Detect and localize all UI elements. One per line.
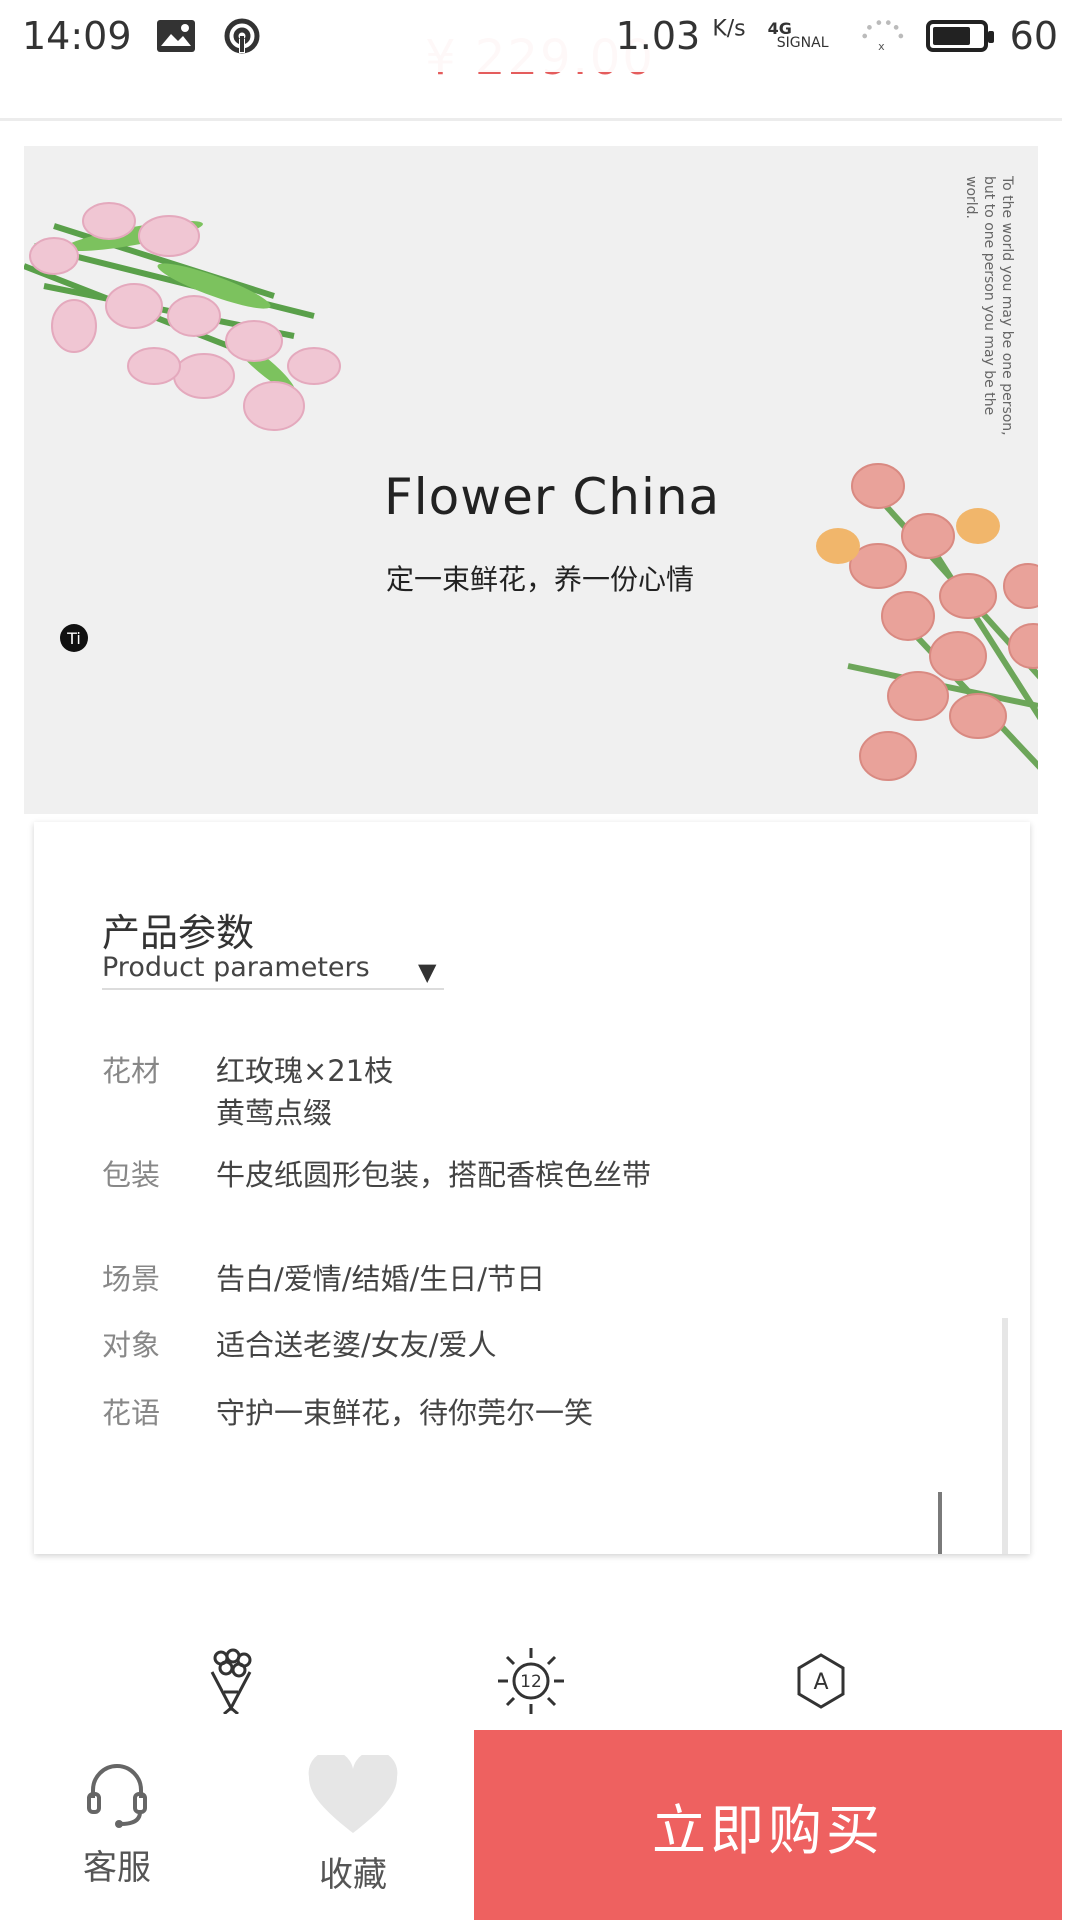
param-value: 红玫瑰×21枝 黄莺点缀 (216, 1054, 394, 1130)
svg-text:A: A (813, 1670, 828, 1695)
bouquet-icon[interactable] (186, 1636, 276, 1726)
param-value: 适合送老婆/女友/爱人 (216, 1328, 497, 1362)
wifi-loading-icon: x (860, 18, 904, 54)
customer-service-button[interactable]: 客服 (22, 1730, 212, 1920)
favorite-button[interactable]: 收藏 (258, 1730, 448, 1920)
params-underline (102, 988, 444, 990)
image-icon (154, 18, 198, 54)
svg-text:12: 12 (520, 1672, 542, 1692)
headset-icon (85, 1762, 149, 1832)
param-row-flower-language: 花语 守护一束鲜花，待你莞尔一笑 (102, 1392, 593, 1434)
battery-icon (925, 20, 994, 52)
status-bar: 14:09 1.03 K/s 4G SIGNAL x 60 (0, 0, 1080, 72)
param-label: 场景 (102, 1262, 161, 1296)
param-label: 对象 (102, 1328, 161, 1362)
status-time: 14:09 (22, 14, 132, 58)
banner-subtitle: 定一束鲜花，养一份心情 (386, 563, 695, 596)
param-row-target: 对象 适合送老婆/女友/爱人 (102, 1324, 497, 1366)
scroll-thumb[interactable] (938, 1492, 942, 1554)
param-label: 包装 (102, 1158, 161, 1192)
scrollbar[interactable] (1002, 1318, 1008, 1554)
param-row-packaging: 包装 牛皮纸圆形包装，搭配香槟色丝带 (102, 1154, 651, 1196)
ti-badge-icon: Ti (60, 624, 88, 652)
param-label: 花语 (102, 1396, 161, 1430)
params-title-en: Product parameters (102, 952, 370, 983)
product-parameters-card: 产品参数 Product parameters ▼ 花材 红玫瑰×21枝 黄莺点… (34, 822, 1030, 1554)
sun-12-icon[interactable]: 12 (486, 1636, 576, 1726)
param-row-flower: 花材 红玫瑰×21枝 黄莺点缀 (102, 1050, 393, 1134)
product-banner: To the world you may be one person, but … (24, 146, 1038, 814)
buy-now-button[interactable]: 立即购买 (474, 1730, 1062, 1920)
heart-icon (307, 1750, 399, 1839)
param-row-scene: 场景 告白/爱情/结婚/生日/节日 (102, 1258, 545, 1300)
signal-indicator: 4G SIGNAL (767, 19, 829, 51)
param-value: 告白/爱情/结婚/生日/节日 (216, 1262, 546, 1296)
param-label: 花材 (102, 1054, 161, 1088)
product-detail-page: 14:09 1.03 K/s 4G SIGNAL x 60 ¥ 229.00 (0, 0, 1080, 1920)
bottom-action-bar: 客服 收藏 立即购买 (0, 1730, 1080, 1920)
banner-quote: To the world you may be one person, but … (963, 176, 1015, 436)
hexagon-a-icon[interactable]: A (776, 1636, 866, 1726)
tulip-bouquet-image (24, 202, 341, 431)
params-title-cn: 产品参数 (102, 911, 255, 955)
battery-level: 60 (1009, 14, 1058, 58)
customer-service-label: 客服 (83, 1847, 151, 1888)
favorite-label: 收藏 (319, 1854, 387, 1895)
chevron-down-icon[interactable]: ▼ (418, 958, 436, 986)
feature-icons-row: 12 A (0, 1636, 1080, 1726)
banner-title: Flower China (384, 468, 721, 526)
svg-text:x: x (878, 40, 885, 53)
tulip-bouquet-image (816, 463, 1038, 781)
param-value: 牛皮纸圆形包装，搭配香槟色丝带 (216, 1158, 652, 1192)
network-speed: 1.03 K/s (615, 14, 746, 58)
divider (0, 118, 1062, 121)
hotspot-icon (220, 18, 264, 54)
param-value: 守护一束鲜花，待你莞尔一笑 (216, 1396, 594, 1430)
